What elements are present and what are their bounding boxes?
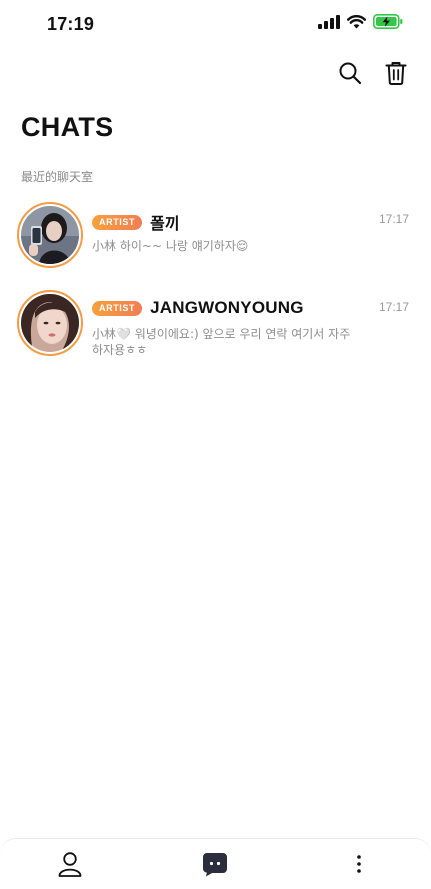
bottom-nav	[0, 838, 431, 889]
status-bar: 17:19	[0, 0, 431, 50]
chat-preview: 小林🤍 워녕이에요:) 앞으로 우리 연락 여기서 자주하자용ㅎㅎ	[92, 327, 351, 357]
page-title: CHATS	[21, 112, 114, 142]
chat-name: JANGWONYOUNG	[150, 298, 304, 317]
chat-name: 폴끼	[150, 216, 180, 233]
signal-icon	[318, 14, 340, 34]
chat-list: ARTIST 폴끼 17:17 小林 하이~~ 나랑 얘기하자😌 ARTIST	[0, 200, 431, 376]
chat-time: 17:17	[378, 212, 409, 226]
person-icon[interactable]	[55, 849, 85, 879]
section-label: 最近的聊天室	[21, 170, 94, 184]
status-icons	[318, 14, 403, 34]
avatar-ring	[17, 290, 83, 356]
header-actions	[337, 60, 409, 86]
name-row: ARTIST 폴끼	[92, 210, 180, 234]
chat-time: 17:17	[378, 300, 409, 314]
avatar	[21, 206, 79, 264]
battery-charging-icon	[373, 14, 403, 34]
chat-item-jangwonyoung[interactable]: ARTIST JANGWONYOUNG 17:17 小林🤍 워녕이에요:) 앞으…	[0, 288, 431, 376]
wifi-icon	[347, 14, 366, 34]
name-row: ARTIST JANGWONYOUNG	[92, 298, 304, 318]
more-icon[interactable]	[344, 849, 374, 879]
avatar	[21, 294, 79, 352]
artist-badge: ARTIST	[92, 214, 143, 230]
artist-badge: ARTIST	[92, 300, 143, 316]
status-time: 17:19	[47, 14, 95, 34]
chat-item-pollkki[interactable]: ARTIST 폴끼 17:17 小林 하이~~ 나랑 얘기하자😌	[0, 200, 431, 288]
trash-icon[interactable]	[383, 60, 409, 86]
chat-preview: 小林 하이~~ 나랑 얘기하자😌	[92, 239, 249, 253]
search-icon[interactable]	[337, 60, 363, 86]
chat-bubble-icon[interactable]	[200, 849, 230, 879]
avatar-ring	[17, 202, 83, 268]
